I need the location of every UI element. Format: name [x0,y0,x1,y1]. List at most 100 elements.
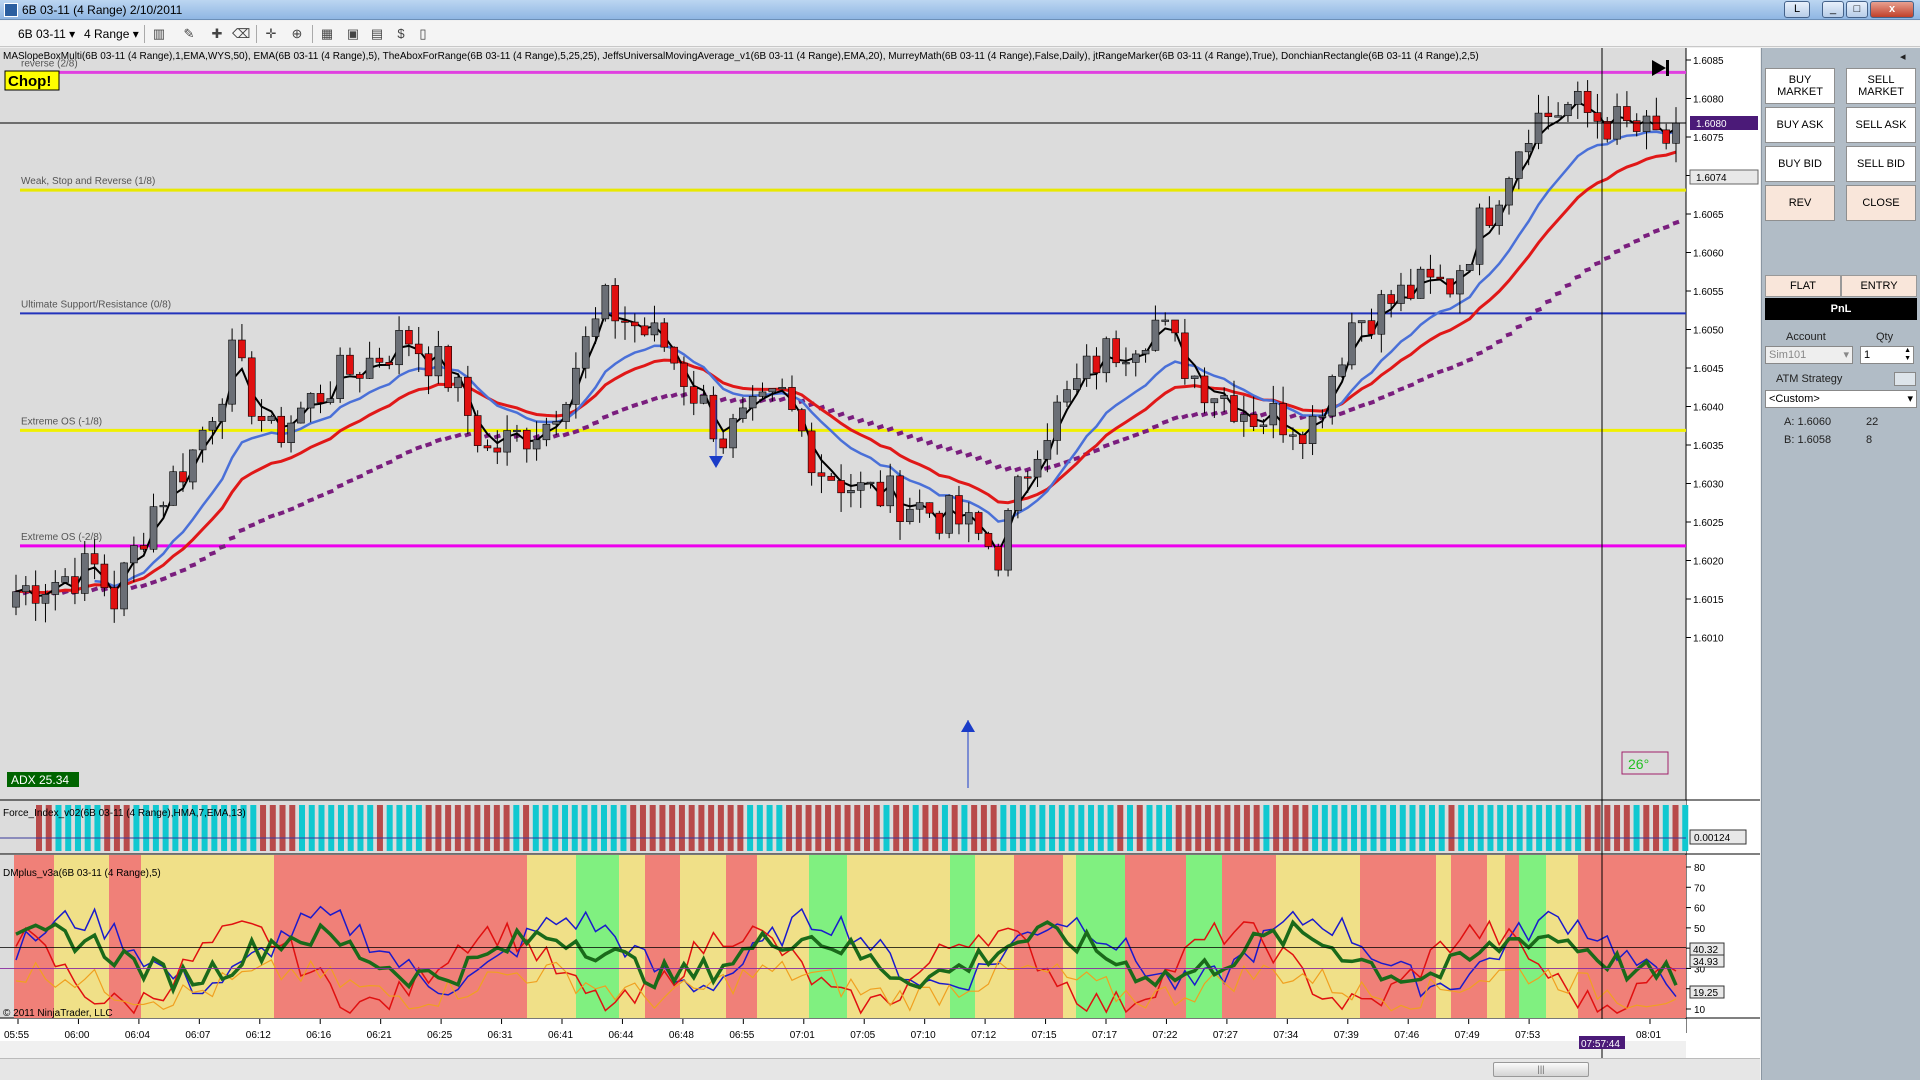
candle-body [444,346,452,389]
force-bar [620,805,627,851]
force-bar [445,805,452,851]
force-bar [1555,805,1562,851]
reverse-button[interactable]: REV [1765,185,1835,221]
trend-dash [1397,386,1405,393]
pencil-icon[interactable]: ✎ [180,25,198,43]
candle-body [1063,389,1071,403]
toolbar-separator [256,25,257,43]
candle-body [964,512,973,525]
trend-dash [1564,282,1572,289]
trend-dash [857,417,865,424]
eraser-icon[interactable]: ⌫ [232,25,250,43]
candle-body [395,330,403,366]
time-tick-label: 05:55 [4,1030,29,1041]
crosshair-icon[interactable]: ✛ [262,25,280,43]
close-window-button[interactable]: x [1870,1,1914,18]
candle-body [817,472,826,477]
trend-dash [140,582,148,589]
price-tick-label: 1.6015 [1693,595,1724,606]
time-tick-label: 06:00 [64,1030,89,1041]
candle-body [1318,415,1327,418]
price-tick-label: 1.6060 [1693,249,1724,260]
trend-dash [385,459,393,466]
interval-select[interactable]: 4 Range ▾ [80,25,140,43]
price-chart-svg[interactable]: reverse (2/8)Weak, Stop and Reverse (1/8… [0,48,1760,1080]
sell-bid-button[interactable]: SELL BID [1846,146,1916,182]
candle-body [1171,319,1179,334]
trend-dash [1161,419,1169,425]
buy-market-button[interactable]: BUY MARKET [1765,68,1835,104]
buy-ask-button[interactable]: BUY ASK [1765,107,1835,143]
minimize-button[interactable]: _ [1822,1,1844,18]
bar-type-icon[interactable]: ▥ [150,25,168,43]
dom-icon[interactable]: $ [392,25,410,43]
close-position-button[interactable]: CLOSE [1846,185,1916,221]
force-bar [1516,805,1523,851]
force-bar [318,805,325,851]
snapshot-icon[interactable]: ▤ [368,25,386,43]
trend-dash [1633,237,1641,244]
candle-body [1112,338,1120,364]
atm-settings-button[interactable] [1894,372,1916,386]
force-bar [357,805,364,851]
indicators-label: MASlopeBoxMulti(6B 03-11 (4 Range),1,EMA… [3,51,1479,62]
templates-icon[interactable]: ▣ [344,25,362,43]
candle-body [1465,264,1474,271]
trend-dash [1004,465,1012,472]
trend-dash [424,441,433,448]
scrollbar-thumb[interactable]: ||| [1493,1062,1589,1077]
candle-body [238,339,246,359]
trend-dash [1181,413,1189,420]
dm-background-bands [14,855,1686,1018]
candle-body [326,398,335,403]
force-bar [912,805,919,851]
buy-bid-button[interactable]: BUY BID [1765,146,1835,182]
maximize-button[interactable]: □ [1846,1,1868,18]
sell-ask-button[interactable]: SELL ASK [1846,107,1916,143]
candle-body [1338,364,1346,377]
candle-body [1348,322,1356,366]
force-bar [844,805,851,851]
tab-entry[interactable]: ENTRY [1841,275,1917,297]
price-tick-label: 1.6045 [1693,364,1724,375]
candle-body [1593,112,1602,122]
force-bar [864,805,870,851]
link-button[interactable]: L [1784,1,1810,18]
horizontal-scrollbar[interactable]: ||| [0,1058,1760,1080]
trend-dash [208,550,217,557]
collapse-icon[interactable]: ◂ [1900,50,1906,63]
trend-dash [660,393,668,400]
candle-body [1387,294,1395,304]
candle-body [139,545,148,550]
instrument-select[interactable]: 6B 03-11 ▾ [14,25,76,43]
force-bar [747,805,754,851]
force-bar [1536,805,1543,851]
force-bar [698,805,705,851]
force-bar [902,805,909,851]
tab-flat[interactable]: FLAT [1765,275,1841,297]
candle-body [1210,398,1219,404]
trend-dash [935,443,943,450]
zoom-icon[interactable]: ⊕ [288,25,306,43]
add-indicator-icon[interactable]: ✚ [208,25,226,43]
candle-body [1249,414,1258,427]
time-tick-label: 07:46 [1394,1030,1419,1041]
force-bar [776,805,783,851]
spinner-icon[interactable]: ▲ ▼ [1904,347,1913,363]
trend-dash [1436,368,1444,375]
properties-icon[interactable]: ▦ [318,25,336,43]
force-bar [523,805,530,851]
notes-icon[interactable]: ▯ [414,25,432,43]
adx-label: ADX 25.34 [11,773,69,787]
murrey-line-label: Extreme OS (-1/8) [21,416,102,427]
atm-strategy-select[interactable]: <Custom> ▾ [1765,390,1917,408]
quantity-stepper[interactable]: 1 ▲ ▼ [1860,346,1914,364]
scroll-end-bar-icon[interactable] [1666,60,1669,76]
sell-market-button[interactable]: SELL MARKET [1846,68,1916,104]
candle-body [788,387,796,410]
account-select[interactable]: Sim101 ▾ [1765,346,1853,364]
trend-dash [650,395,659,402]
candle-body [925,502,934,514]
chart-area[interactable]: reverse (2/8) Weak, Stop and Reverse (1/8… [0,48,1760,1080]
candle-body [915,502,924,510]
